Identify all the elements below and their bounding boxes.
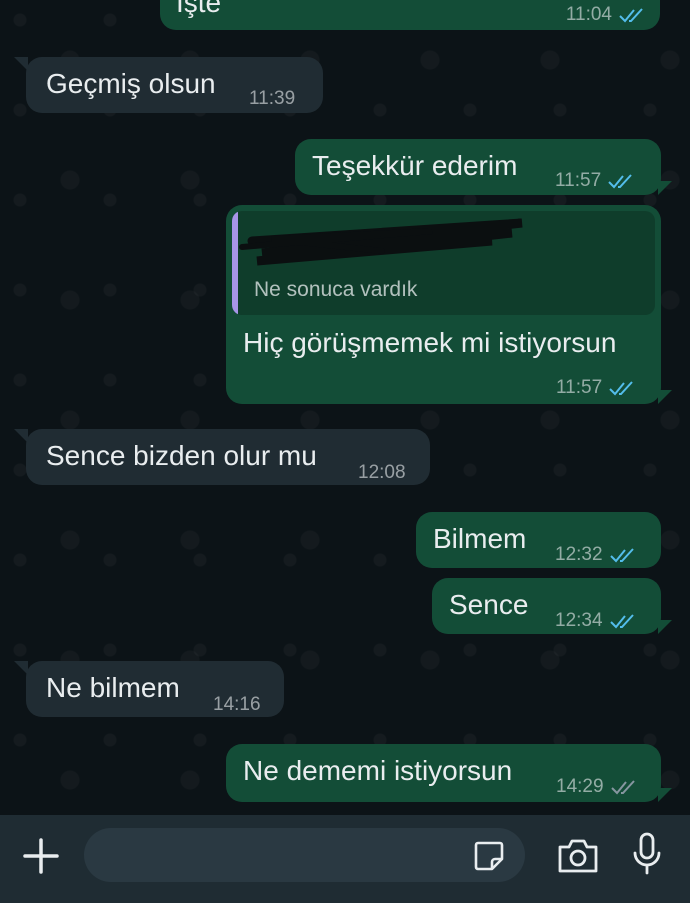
plus-icon[interactable] <box>22 837 60 875</box>
message-time: 14:29 <box>556 770 638 804</box>
quoted-message[interactable]: Ne sonuca vardık <box>232 211 655 315</box>
time-label: 11:57 <box>555 170 602 191</box>
quoted-text: Ne sonuca vardık <box>254 278 418 301</box>
message-bubble-outgoing[interactable]: İşte 11:04 <box>160 0 660 30</box>
microphone-icon[interactable] <box>630 831 664 879</box>
message-bubble-incoming[interactable]: Ne bilmem 14:16 <box>26 661 284 717</box>
redacted-scribble <box>239 218 523 266</box>
time-label: 12:34 <box>555 610 603 631</box>
message-input[interactable] <box>84 828 525 882</box>
time-label: 11:57 <box>556 377 603 398</box>
time-label: 14:29 <box>556 776 604 797</box>
message-time: 11:39 <box>249 88 296 109</box>
read-ticks-icon <box>609 381 633 396</box>
message-text: Sence <box>449 589 529 620</box>
bubble-tail <box>658 181 672 195</box>
bubble-tail <box>658 390 672 404</box>
bubble-tail <box>14 429 28 443</box>
message-text: Sence bizden olur mu <box>46 440 317 471</box>
message-time: 14:16 <box>213 694 261 715</box>
message-text: Bilmem <box>433 523 527 554</box>
bubble-tail <box>14 661 28 675</box>
message-text: Ne dememi istiyorsun <box>243 755 513 786</box>
message-time: 11:57 <box>556 371 636 405</box>
bubble-tail <box>14 57 28 71</box>
message-text: Teşekkür ederim <box>312 150 518 181</box>
message-text: Hiç görüşmemek mi istiyorsun <box>243 327 617 358</box>
bubble-tail <box>658 620 672 634</box>
message-bubble-outgoing[interactable]: Teşekkür ederim 11:57 <box>295 139 661 195</box>
message-bubble-outgoing[interactable]: Ne dememi istiyorsun 14:29 <box>226 744 661 802</box>
read-ticks-icon <box>609 614 634 629</box>
time-label: 12:32 <box>555 544 603 565</box>
message-text: Ne bilmem <box>46 672 180 703</box>
delivered-ticks-icon <box>610 780 635 795</box>
message-time: 12:34 <box>555 604 637 638</box>
message-bubble-incoming[interactable]: Geçmiş olsun 11:39 <box>26 57 323 113</box>
message-time: 12:32 <box>555 538 637 572</box>
message-text: İşte <box>176 0 222 18</box>
message-text: Geçmiş olsun <box>46 68 216 99</box>
time-label: 11:04 <box>565 4 612 25</box>
message-bubble-outgoing-reply[interactable]: Ne sonuca vardık Hiç görüşmemek mi istiy… <box>226 205 661 404</box>
sticker-icon[interactable] <box>472 839 506 873</box>
message-bubble-outgoing[interactable]: Bilmem 12:32 <box>416 512 661 568</box>
message-time: 11:57 <box>555 164 635 198</box>
bubble-tail <box>658 788 672 802</box>
camera-icon[interactable] <box>556 837 600 875</box>
message-input-bar <box>0 815 690 903</box>
message-bubble-incoming[interactable]: Sence bizden olur mu 12:08 <box>26 429 430 485</box>
message-time: 12:08 <box>358 462 406 483</box>
message-time: 11:04 <box>566 0 646 32</box>
message-bubble-outgoing[interactable]: Sence 12:34 <box>432 578 661 634</box>
read-ticks-icon <box>619 8 643 23</box>
read-ticks-icon <box>609 548 634 563</box>
read-ticks-icon <box>608 174 632 189</box>
